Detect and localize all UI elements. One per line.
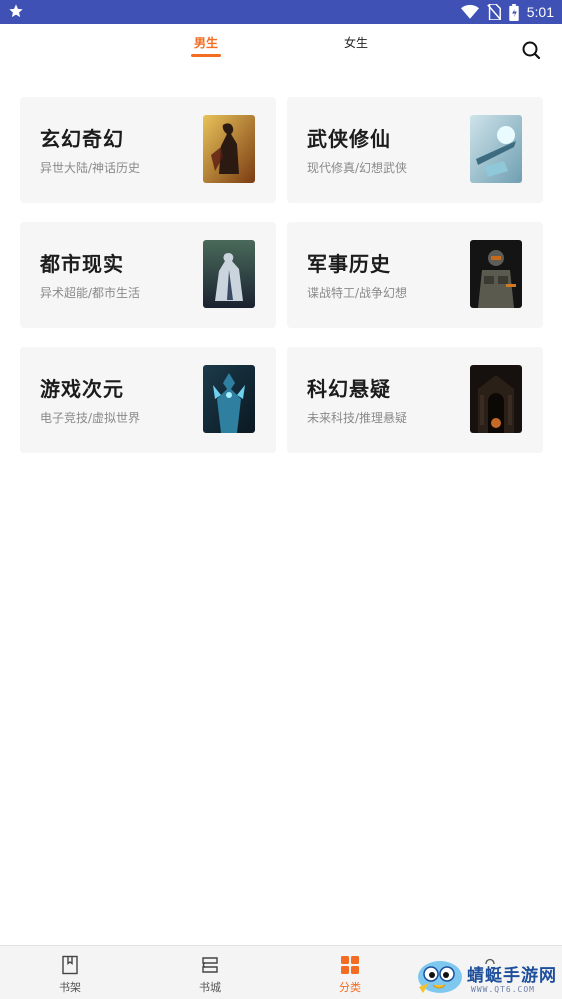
nav-label: 分类: [339, 981, 361, 994]
category-subtitle: 异术超能/都市生活: [40, 286, 141, 300]
watermark-url: WWW.QT6.COM: [471, 985, 535, 994]
nav-bookstore[interactable]: 书城: [175, 946, 245, 999]
clock: 5:01: [526, 4, 554, 20]
nav-label: 书架: [59, 981, 81, 994]
bookstore-icon: [202, 957, 218, 973]
book-icon: [62, 955, 78, 975]
wifi-icon: [460, 4, 479, 19]
nav-category[interactable]: 分类: [315, 946, 385, 999]
category-card-wuxia[interactable]: 武侠修仙 现代修真/幻想武侠: [287, 97, 543, 203]
dragonfly-logo-icon: [418, 961, 462, 993]
tab-male[interactable]: 男生: [192, 34, 220, 51]
no-sim-icon: [486, 4, 501, 20]
category-title: 科幻悬疑: [307, 377, 391, 401]
category-title: 游戏次元: [40, 377, 124, 401]
book-cover-image: [203, 365, 255, 433]
book-cover-image: [203, 115, 255, 183]
book-cover-image: [470, 115, 522, 183]
category-subtitle: 未来科技/推理悬疑: [307, 411, 408, 425]
star-icon: [9, 4, 23, 18]
watermark: 蜻蜓手游网 WWW.QT6.COM: [415, 955, 562, 999]
grid-icon: [341, 956, 359, 974]
category-title: 都市现实: [40, 252, 124, 276]
book-cover-image: [470, 365, 522, 433]
status-bar: 5:01: [0, 0, 562, 24]
category-card-dushi[interactable]: 都市现实 异术超能/都市生活: [20, 222, 276, 328]
category-title: 军事历史: [307, 252, 391, 276]
category-card-xuanhuan[interactable]: 玄幻奇幻 异世大陆/神话历史: [20, 97, 276, 203]
battery-icon: [509, 3, 519, 21]
category-title: 玄幻奇幻: [40, 127, 124, 151]
tab-female[interactable]: 女生: [342, 34, 370, 51]
category-card-junshi[interactable]: 军事历史 谍战特工/战争幻想: [287, 222, 543, 328]
category-subtitle: 异世大陆/神话历史: [40, 161, 141, 175]
gender-tab-bar: 男生 女生: [0, 24, 562, 70]
search-icon[interactable]: [520, 39, 542, 61]
nav-label: 书城: [199, 981, 221, 994]
active-tab-indicator: [191, 54, 221, 57]
category-card-kehuan[interactable]: 科幻悬疑 未来科技/推理悬疑: [287, 347, 543, 453]
nav-bookshelf[interactable]: 书架: [35, 946, 105, 999]
book-cover-image: [203, 240, 255, 308]
category-title: 武侠修仙: [307, 127, 391, 151]
watermark-name: 蜻蜓手游网: [467, 966, 557, 986]
category-subtitle: 谍战特工/战争幻想: [307, 286, 408, 300]
category-subtitle: 电子竞技/虚拟世界: [40, 411, 141, 425]
category-card-youxi[interactable]: 游戏次元 电子竞技/虚拟世界: [20, 347, 276, 453]
category-subtitle: 现代修真/幻想武侠: [307, 161, 408, 175]
book-cover-image: [470, 240, 522, 308]
